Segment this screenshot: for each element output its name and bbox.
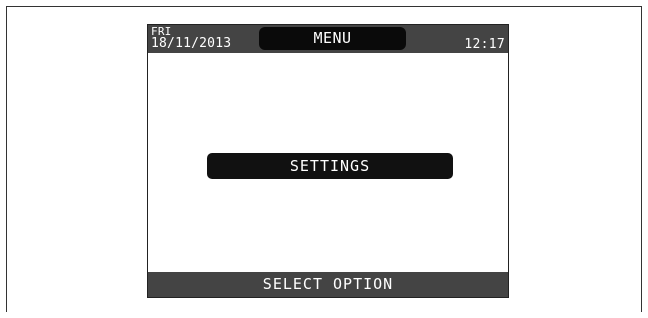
footer-prompt: SELECT OPTION <box>148 272 508 297</box>
clock-time: 12:17 <box>464 37 505 52</box>
status-bar: FRI 18/11/2013 MENU 12:17 <box>148 25 508 53</box>
frame-top-border <box>6 6 642 7</box>
screen-title: MENU <box>259 27 406 50</box>
date: 18/11/2013 <box>151 36 232 51</box>
frame-left-border <box>6 6 7 312</box>
page: FRI 18/11/2013 MENU 12:17 SETTINGS SELEC… <box>0 0 648 318</box>
date-block: FRI 18/11/2013 <box>151 26 231 50</box>
device-screen: FRI 18/11/2013 MENU 12:17 SETTINGS SELEC… <box>147 24 509 298</box>
frame-right-border <box>641 6 642 312</box>
settings-option-button[interactable]: SETTINGS <box>207 153 453 179</box>
